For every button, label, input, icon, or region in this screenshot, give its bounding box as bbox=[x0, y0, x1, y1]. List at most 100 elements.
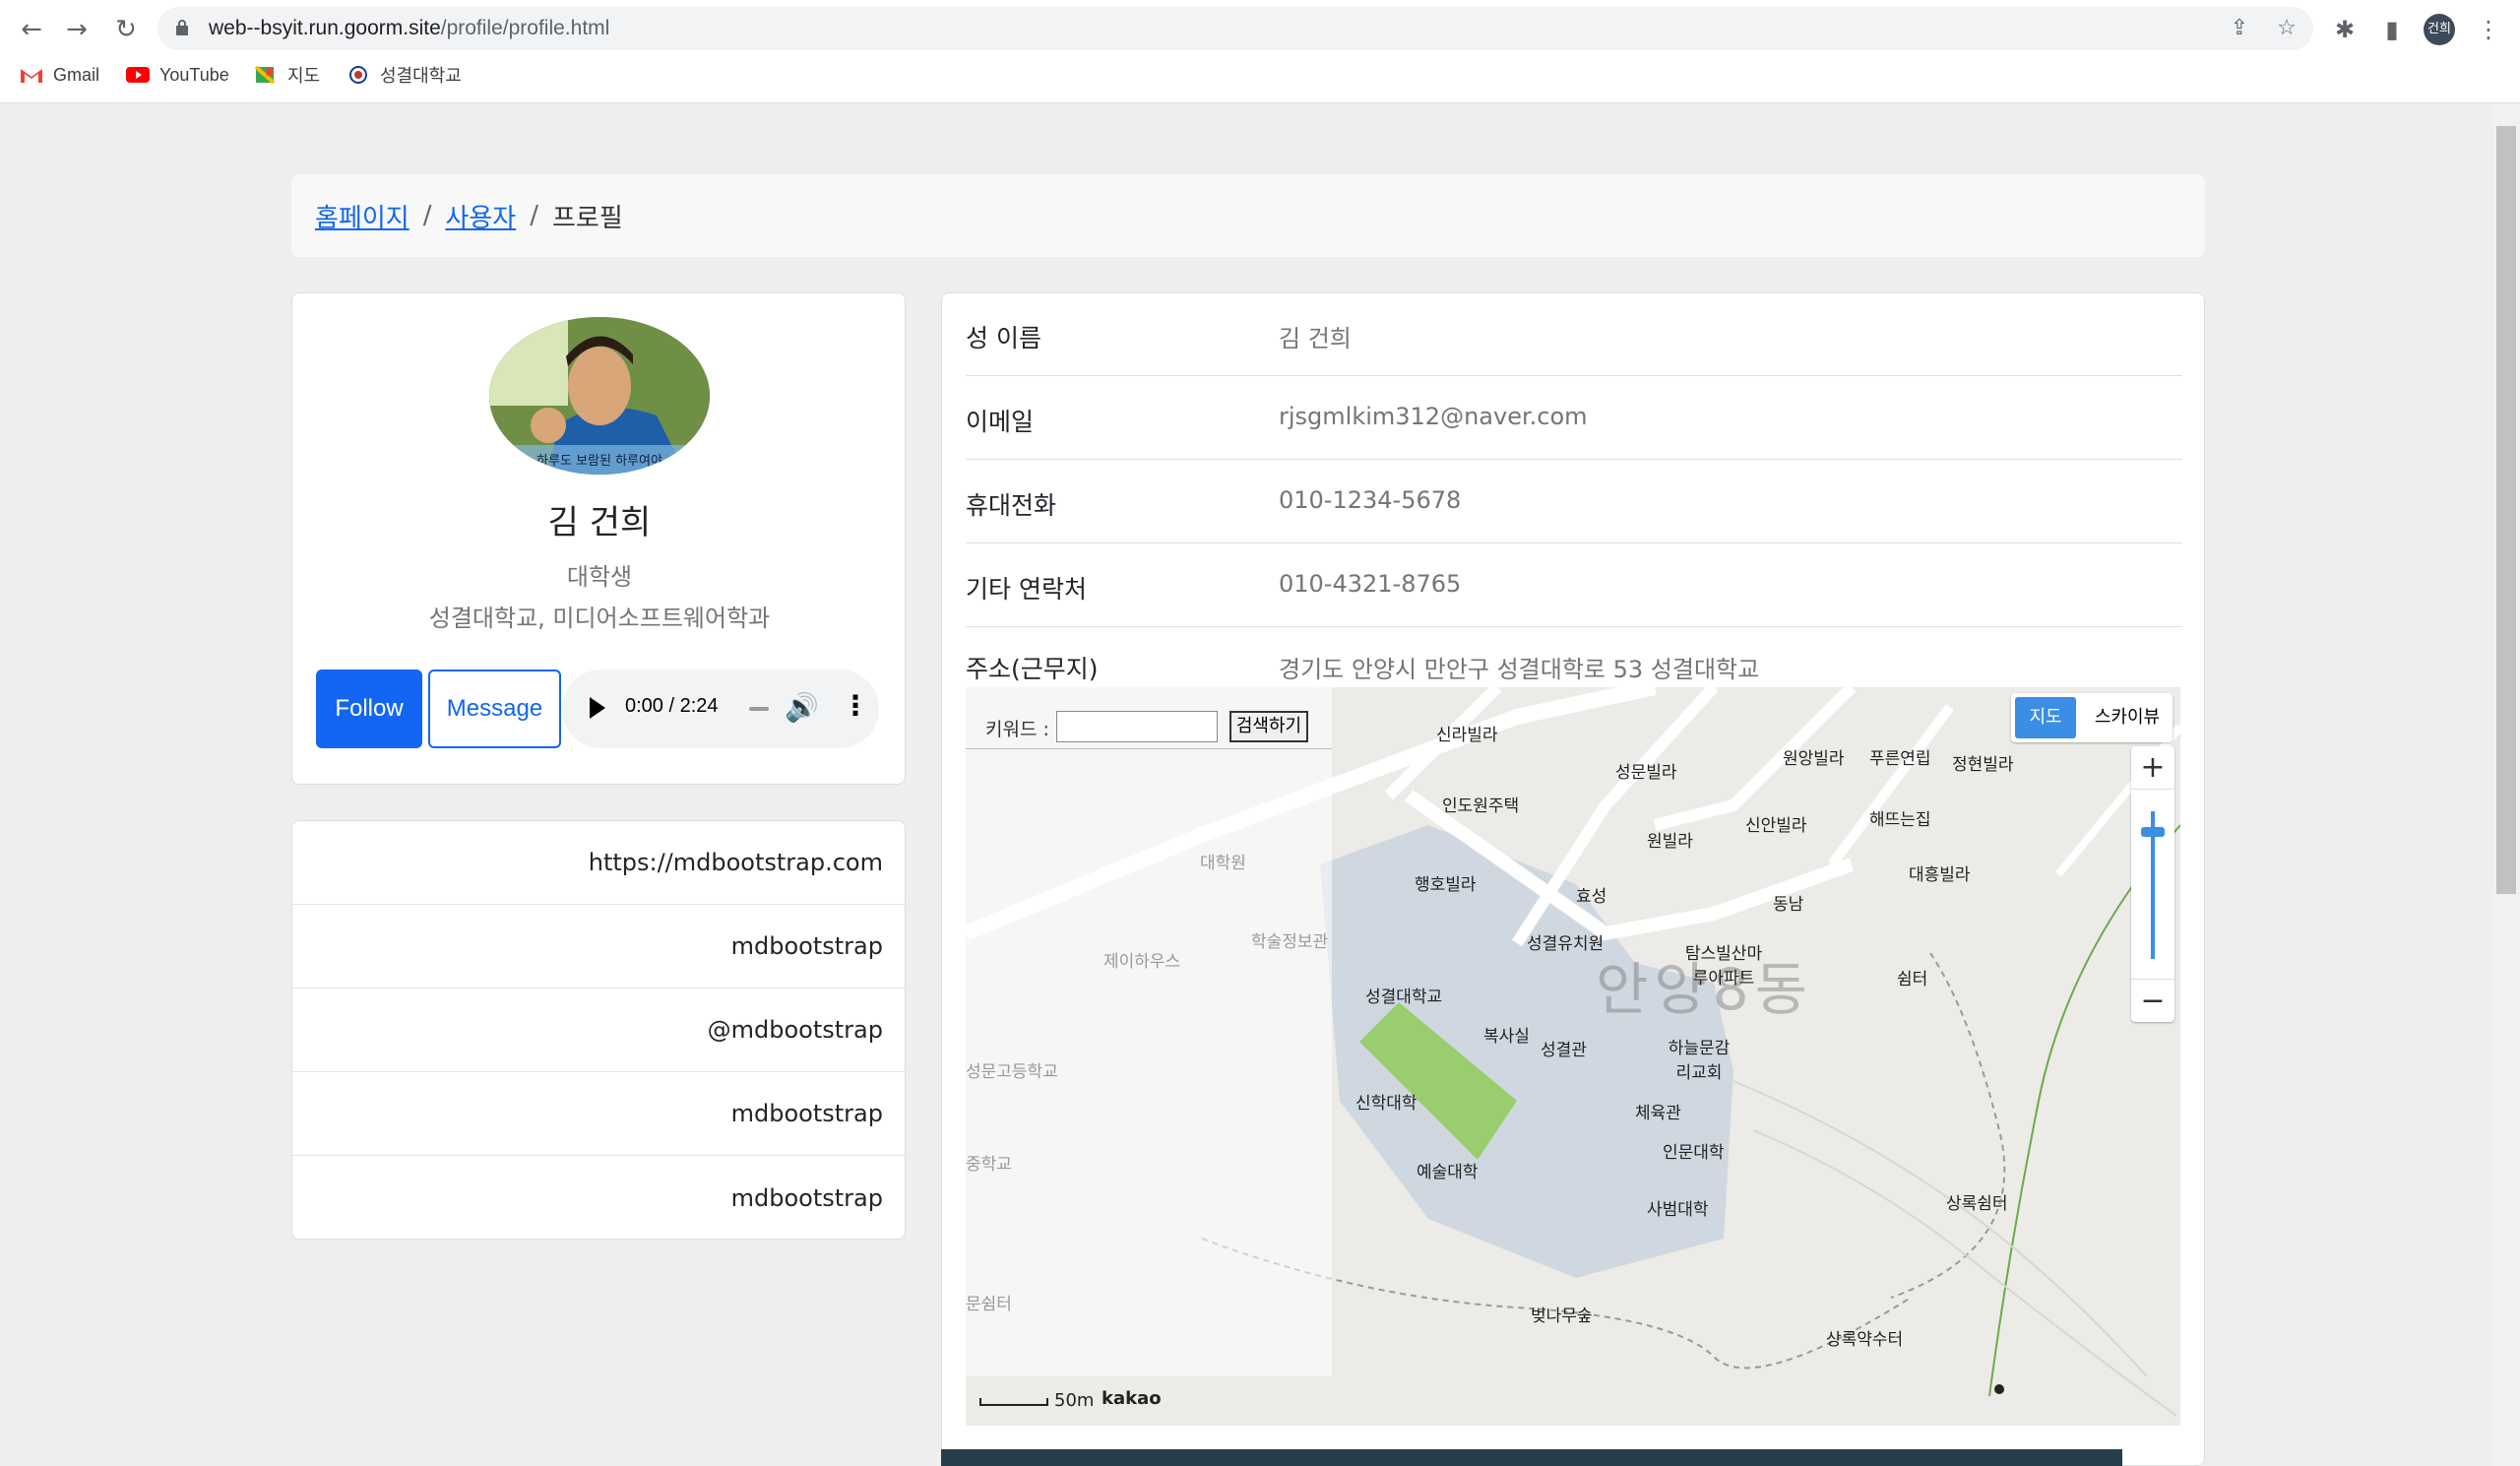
keyword-input[interactable] bbox=[1056, 711, 1218, 742]
list-item[interactable]: mdbootstrap bbox=[292, 905, 907, 988]
map-place-label: 인문대학 bbox=[1663, 1143, 1725, 1163]
map-place-label: 성문고등학교 bbox=[966, 1062, 1058, 1082]
map-scale: 50m bbox=[979, 1390, 1094, 1411]
kakao-logo: kakao bbox=[1102, 1388, 1162, 1409]
map-place-label: 학술정보관 bbox=[1251, 932, 1329, 952]
info-value: rjsgmlkim312@naver.com bbox=[1279, 403, 1588, 430]
zoom-out-button[interactable]: − bbox=[2131, 979, 2174, 1022]
footer-strip bbox=[941, 1449, 2122, 1466]
map-place-label: 성문빌라 bbox=[1615, 763, 1677, 783]
gmail-icon bbox=[21, 69, 42, 83]
map-place-label: 신안빌라 bbox=[1745, 816, 1807, 836]
map-place-label: 신라빌라 bbox=[1436, 726, 1498, 745]
browser-chrome: ← → ↻ web--bsyit.run.goorm.site/profile/… bbox=[0, 0, 2520, 103]
map-view[interactable]: 키워드 : 검색하기 지도 스카이뷰 + − 안양8동 신라빌라 성문빌라 원앙… bbox=[966, 687, 2180, 1426]
lock-icon bbox=[176, 20, 188, 35]
info-row-phone: 휴대전화 010-1234-5678 bbox=[966, 461, 2182, 543]
university-icon bbox=[349, 66, 367, 84]
map-place-label: 해뜨는집 bbox=[1869, 810, 1931, 830]
list-item[interactable]: mdbootstrap bbox=[292, 1072, 907, 1156]
map-place-label: 문쉼터 bbox=[966, 1295, 1012, 1314]
map-place-label: 동남 bbox=[1773, 895, 1804, 915]
zoom-in-button[interactable]: + bbox=[2131, 746, 2174, 790]
url-text: web--bsyit.run.goorm.site/profile/profil… bbox=[209, 17, 610, 39]
info-row-email: 이메일 rjsgmlkim312@naver.com bbox=[966, 377, 2182, 460]
map-place-label: 복사실 bbox=[1483, 1027, 1530, 1047]
bookmark-maps[interactable]: 지도 bbox=[254, 59, 320, 91]
map-place-label: 푸른연립 bbox=[1869, 749, 1931, 769]
breadcrumb: 홈페이지 / 사용자 / 프로필 bbox=[291, 174, 2205, 257]
map-place-label: 인도원주택 bbox=[1442, 797, 1520, 816]
breadcrumb-users-link[interactable]: 사용자 bbox=[445, 198, 516, 234]
zoom-control: + − bbox=[2131, 746, 2174, 1022]
map-place-label: 원빌라 bbox=[1647, 832, 1693, 852]
map-place-label: 사범대학 bbox=[1647, 1200, 1709, 1220]
breadcrumb-separator: / bbox=[422, 201, 432, 230]
message-button[interactable]: Message bbox=[428, 669, 561, 748]
profile-role: 대학생 bbox=[566, 563, 633, 591]
map-place-label: 벚나무숲 bbox=[1531, 1307, 1593, 1326]
volume-icon[interactable]: 🔊 bbox=[785, 691, 819, 724]
audio-progress-bar[interactable] bbox=[749, 707, 769, 711]
info-label: 성 이름 bbox=[966, 324, 1041, 352]
list-item[interactable]: https://mdbootstrap.com bbox=[292, 821, 907, 905]
map-place-label: 원앙빌라 bbox=[1783, 749, 1845, 769]
zoom-slider-handle[interactable] bbox=[2141, 827, 2165, 837]
info-value: 010-1234-5678 bbox=[1279, 486, 1462, 514]
side-panel-icon[interactable]: ▮ bbox=[2372, 10, 2412, 49]
map-place-label: 신학대학 bbox=[1355, 1094, 1418, 1114]
info-label: 이메일 bbox=[966, 408, 1035, 436]
list-item[interactable]: mdbootstrap bbox=[292, 1156, 907, 1240]
map-search-panel: 키워드 : 검색하기 bbox=[966, 687, 1332, 1376]
info-row-name: 성 이름 김 건희 bbox=[966, 293, 2182, 376]
map-place-label: 예술대학 bbox=[1417, 1163, 1479, 1182]
map-type-control: 지도 스카이뷰 bbox=[2011, 693, 2173, 742]
share-icon[interactable]: ⇪ bbox=[2225, 14, 2254, 43]
reload-icon[interactable]: ↻ bbox=[106, 10, 146, 49]
map-place-label: 하늘문감리교회 bbox=[1668, 1039, 1731, 1083]
breadcrumb-separator: / bbox=[530, 201, 538, 230]
keyword-label: 키워드 : bbox=[985, 719, 1049, 740]
star-icon[interactable]: ☆ bbox=[2272, 14, 2301, 43]
forward-arrow-icon[interactable]: → bbox=[57, 10, 96, 49]
map-place-label: 쉼터 bbox=[1897, 970, 1928, 989]
extensions-icon[interactable]: ✱ bbox=[2325, 10, 2364, 49]
info-value: 김 건희 bbox=[1279, 325, 1352, 352]
map-place-label: 대흥빌라 bbox=[1909, 865, 1971, 885]
bookmark-university[interactable]: 성결대학교 bbox=[346, 59, 462, 91]
map-type-skyview-button[interactable]: 스카이뷰 bbox=[2086, 697, 2169, 738]
audio-player[interactable]: 0:00 / 2:24 🔊 ⋮ bbox=[562, 669, 879, 748]
bookmarks-bar: Gmail YouTube 지도 성결대학교 bbox=[0, 59, 2520, 91]
address-bar[interactable]: web--bsyit.run.goorm.site/profile/profil… bbox=[158, 7, 2313, 50]
scrollbar-thumb[interactable] bbox=[2496, 126, 2516, 894]
map-place-label: 제이하우스 bbox=[1103, 952, 1181, 972]
info-row-other-contact: 기타 연락처 010-4321-8765 bbox=[966, 544, 2182, 627]
map-place-label: 중학교 bbox=[966, 1155, 1012, 1175]
list-item[interactable]: @mdbootstrap bbox=[292, 988, 907, 1072]
profile-school: 성결대학교, 미디어소프트웨어학과 bbox=[428, 605, 771, 632]
play-icon[interactable] bbox=[590, 697, 605, 719]
svg-text:하루도 보람된 하루여야: 하루도 보람된 하루여야 bbox=[536, 454, 662, 469]
search-button[interactable]: 검색하기 bbox=[1229, 711, 1308, 742]
info-row-address: 주소(근무지) 경기도 안양시 만안구 성결대학로 53 성결대학교 bbox=[966, 628, 2182, 687]
info-value: 경기도 안양시 만안구 성결대학로 53 성결대학교 bbox=[1279, 656, 1760, 683]
map-type-roadmap-button[interactable]: 지도 bbox=[2015, 697, 2076, 738]
bookmark-gmail[interactable]: Gmail bbox=[20, 59, 99, 91]
back-arrow-icon[interactable]: ← bbox=[12, 10, 51, 49]
follow-button[interactable]: Follow bbox=[316, 669, 422, 748]
profile-card: 하루도 보람된 하루여야 김 건희 대학생 성결대학교, 미디어소프트웨어학과 … bbox=[291, 292, 906, 785]
menu-kebab-icon[interactable]: ⋮ bbox=[2469, 10, 2508, 49]
profile-avatar[interactable]: 건희 bbox=[2424, 14, 2455, 45]
map-place-label: 성결관 bbox=[1541, 1041, 1587, 1060]
more-options-icon[interactable]: ⋮ bbox=[842, 689, 869, 722]
info-label: 기타 연락처 bbox=[966, 575, 1087, 604]
info-label: 휴대전화 bbox=[966, 491, 1057, 520]
bookmark-youtube[interactable]: YouTube bbox=[126, 59, 229, 91]
breadcrumb-home-link[interactable]: 홈페이지 bbox=[315, 198, 410, 234]
links-card: https://mdbootstrap.com mdbootstrap @mdb… bbox=[291, 820, 907, 1240]
audio-time: 0:00 / 2:24 bbox=[625, 695, 719, 717]
profile-name: 김 건희 bbox=[547, 503, 652, 542]
profile-photo-art: 하루도 보람된 하루여야 bbox=[489, 317, 710, 475]
map-place-label: 상록쉼터 bbox=[1946, 1194, 2008, 1214]
map-place-label: 성결대학교 bbox=[1365, 988, 1443, 1007]
